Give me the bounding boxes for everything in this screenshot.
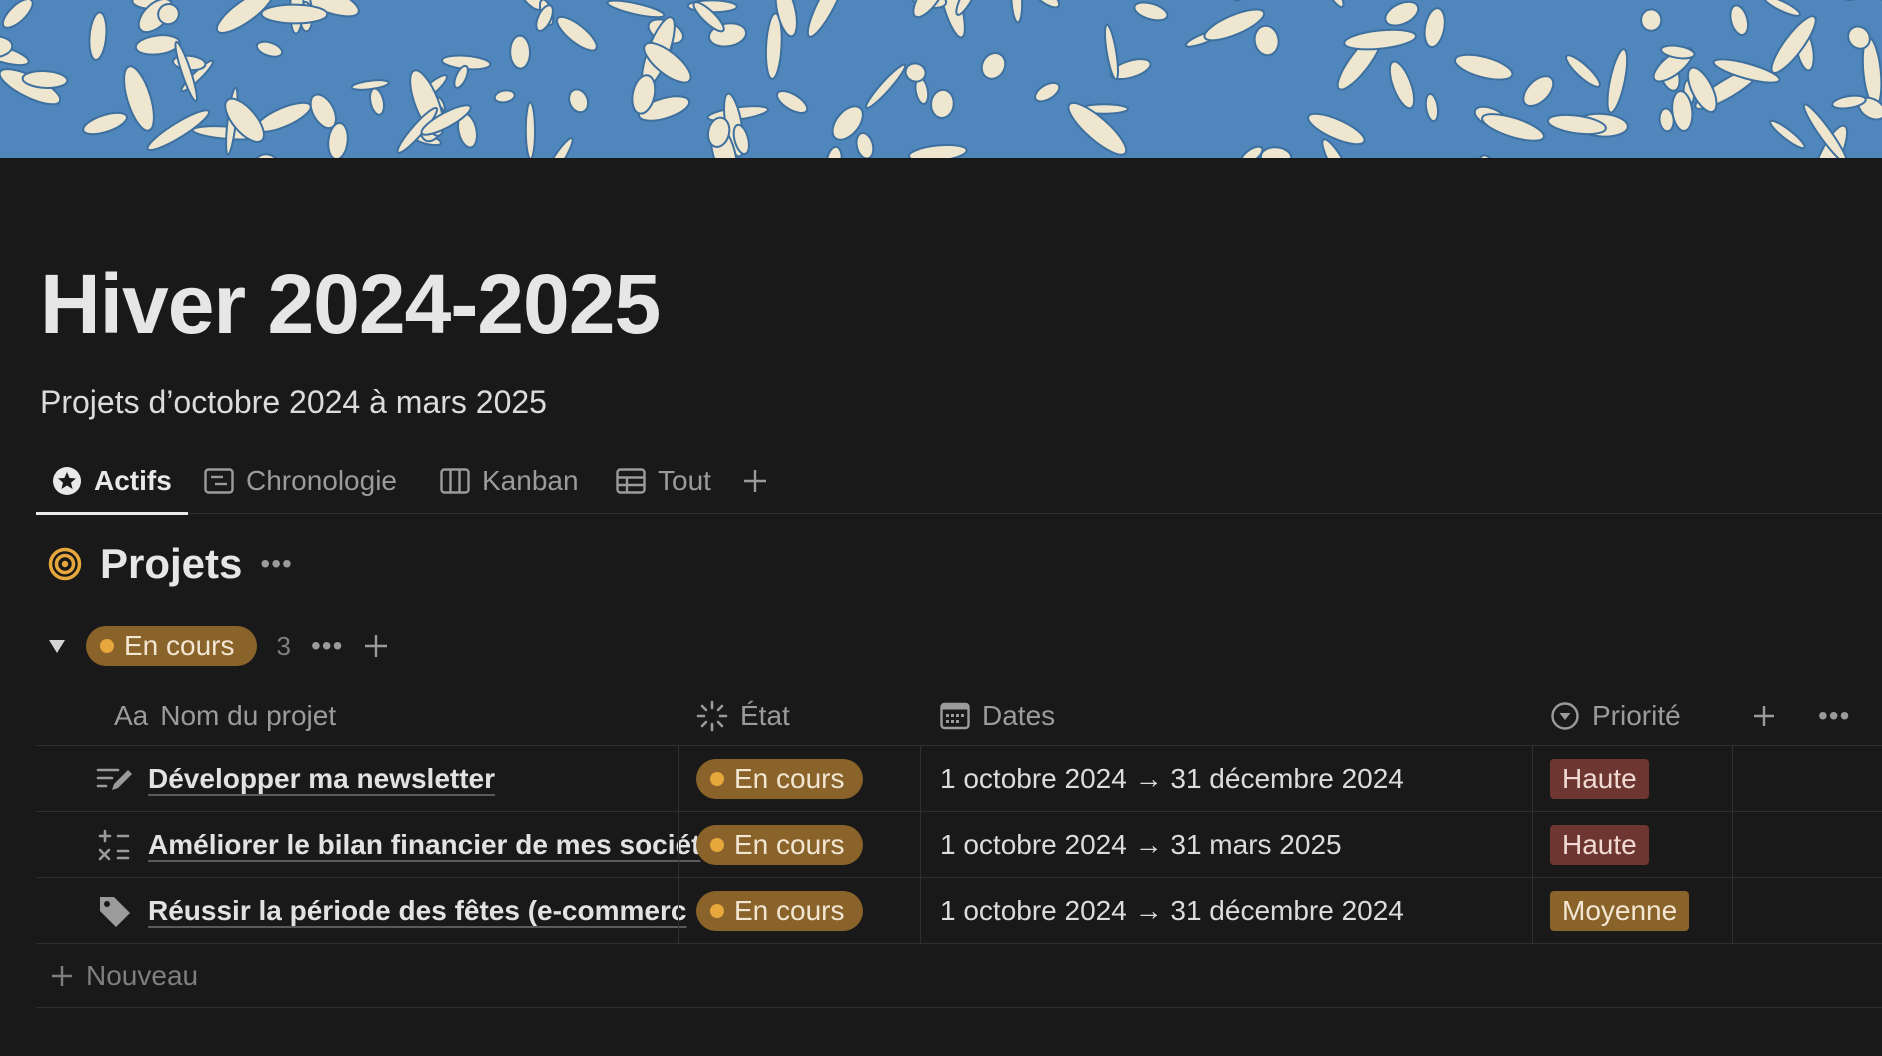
priorite-cell[interactable]: Moyenne [1550, 878, 1690, 944]
dates-cell[interactable]: 1 octobre 2024 → 31 décembre 2024 [940, 746, 1404, 812]
group-options-button[interactable]: ••• [311, 632, 343, 660]
calculator-icon [98, 829, 130, 861]
status-dot [710, 904, 724, 918]
page-description: Projets d’octobre 2024 à mars 2025 [40, 384, 547, 420]
project-name[interactable]: Réussir la période des fêtes (e-commerc [148, 895, 686, 927]
table-options-button[interactable]: ••• [1818, 686, 1850, 746]
column-divider [678, 812, 679, 878]
project-name[interactable]: Améliorer le bilan financier de mes soci… [148, 829, 700, 861]
column-divider [1732, 878, 1733, 944]
table-row[interactable]: Améliorer le bilan financier de mes soci… [36, 812, 1882, 878]
view-tabs: Actifs Chronologie Kanban Tout [36, 448, 1882, 515]
column-label: État [740, 700, 790, 731]
table-row[interactable]: Développer ma newsletter En cours 1 octo… [36, 746, 1882, 812]
new-row-button[interactable]: Nouveau [36, 944, 1882, 1008]
column-divider [920, 812, 921, 878]
column-label: Dates [982, 700, 1056, 731]
etat-cell[interactable]: En cours [696, 878, 863, 944]
database-header: Projets ••• [48, 536, 293, 592]
column-header-etat[interactable]: État [696, 686, 790, 746]
table-row[interactable]: Réussir la période des fêtes (e-commerc … [36, 878, 1882, 944]
star-circle-icon [53, 467, 81, 495]
tab-chronologie[interactable]: Chronologie [204, 448, 397, 514]
database-title[interactable]: Projets [100, 540, 242, 588]
priority-tag: Haute [1550, 759, 1649, 799]
column-divider [1532, 878, 1533, 944]
tab-tout[interactable]: Tout [616, 448, 711, 514]
column-divider [678, 878, 679, 944]
plus-icon [1754, 706, 1774, 726]
table-header: Aa Nom du projet État Dates Priorité ••• [36, 686, 1882, 746]
status-loader-icon [696, 700, 728, 732]
ellipsis-icon: ••• [1818, 700, 1851, 731]
target-icon [48, 547, 82, 581]
add-property-button[interactable] [1752, 686, 1776, 746]
priority-tag: Haute [1550, 825, 1649, 865]
column-header-dates[interactable]: Dates [940, 686, 1055, 746]
priority-tag: Moyenne [1550, 891, 1690, 931]
status-pill: En cours [696, 891, 863, 931]
status-label: En cours [734, 763, 845, 794]
plus-icon [52, 965, 72, 986]
projects-table: Aa Nom du projet État Dates Priorité •••… [36, 686, 1882, 1008]
priorite-cell[interactable]: Haute [1550, 746, 1649, 812]
etat-cell[interactable]: En cours [696, 746, 863, 812]
dates-cell[interactable]: 1 octobre 2024 → 31 mars 2025 [940, 812, 1342, 878]
column-divider [920, 878, 921, 944]
tab-label: Tout [658, 465, 711, 496]
status-label: En cours [734, 895, 845, 926]
collapse-triangle-icon[interactable] [48, 638, 66, 654]
select-chevron-icon [1551, 702, 1579, 730]
database-options-button[interactable]: ••• [260, 550, 292, 578]
cover-image [0, 0, 1882, 158]
group-header: En cours 3 ••• [48, 622, 389, 670]
column-label: Priorité [1592, 700, 1681, 731]
priorite-cell[interactable]: Haute [1550, 812, 1649, 878]
table-icon [616, 468, 646, 494]
column-divider [1532, 812, 1533, 878]
column-header-name[interactable]: Aa Nom du projet [114, 686, 336, 746]
page-title: Hiver 2024-2025 [40, 257, 661, 351]
project-name[interactable]: Développer ma newsletter [148, 763, 495, 795]
tab-label: Chronologie [246, 465, 397, 496]
group-status-pill: En cours [86, 626, 257, 666]
status-dot [710, 772, 724, 786]
column-divider [1532, 746, 1533, 812]
column-divider [1732, 746, 1733, 812]
status-dot [710, 838, 724, 852]
status-dot [100, 639, 114, 653]
pen-lines-icon [96, 768, 132, 790]
status-label: En cours [734, 829, 845, 860]
column-divider [678, 746, 679, 812]
tab-kanban[interactable]: Kanban [440, 448, 579, 514]
text-property-icon: Aa [114, 700, 149, 731]
tab-label: Actifs [94, 465, 172, 496]
name-cell[interactable]: Réussir la période des fêtes (e-commerc [96, 878, 716, 944]
add-view-button[interactable] [742, 448, 768, 514]
name-cell[interactable]: Améliorer le bilan financier de mes soci… [96, 812, 716, 878]
tag-icon [100, 897, 130, 927]
column-label: Nom du projet [160, 700, 337, 731]
timeline-icon [204, 468, 234, 494]
column-header-priorite[interactable]: Priorité [1550, 686, 1681, 746]
plus-icon [744, 470, 766, 492]
etat-cell[interactable]: En cours [696, 812, 863, 878]
new-row-label: Nouveau [86, 959, 199, 991]
tab-label: Kanban [482, 465, 579, 496]
active-tab-indicator [36, 512, 188, 515]
name-cell[interactable]: Développer ma newsletter [96, 746, 716, 812]
status-pill: En cours [696, 759, 863, 799]
calendar-icon [940, 702, 970, 730]
dates-cell[interactable]: 1 octobre 2024 → 31 décembre 2024 [940, 878, 1404, 944]
column-divider [920, 746, 921, 812]
group-label: En cours [124, 630, 235, 661]
tab-actifs[interactable]: Actifs [52, 448, 172, 514]
status-pill: En cours [696, 825, 863, 865]
column-divider [1732, 812, 1733, 878]
add-to-group-button[interactable] [363, 633, 389, 659]
board-icon [440, 468, 470, 494]
group-count: 3 [276, 630, 291, 661]
